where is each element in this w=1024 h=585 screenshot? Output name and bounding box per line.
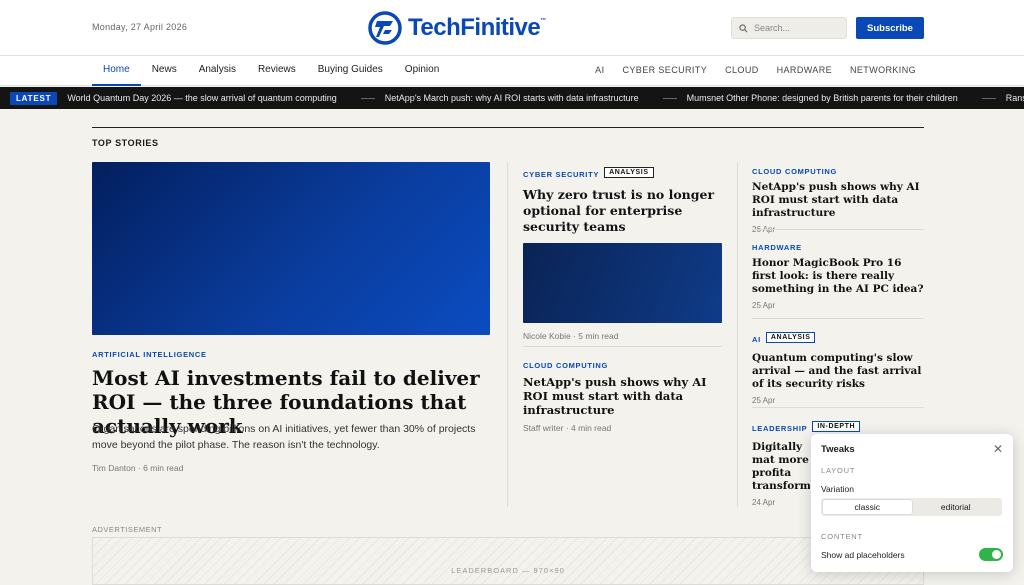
right-story-1[interactable]: CLOUD COMPUTING NetApp's push shows why …: [752, 167, 924, 234]
story-date: 25 Apr: [752, 301, 776, 310]
nav-item-news[interactable]: News: [141, 56, 188, 86]
variation-label: Variation: [821, 484, 854, 494]
story-date: 25 Apr: [752, 396, 776, 405]
section-title: TOP STORIES: [92, 138, 159, 148]
story-headline[interactable]: Digitally mat more profita transformati: [752, 441, 810, 493]
column-divider: [737, 162, 738, 507]
ticker-item[interactable]: NetApp's March push: why AI ROI starts w…: [347, 93, 639, 103]
story-headline[interactable]: Honor MagicBook Pro 16 first look: is th…: [752, 257, 924, 296]
story-kicker[interactable]: LEADERSHIP: [752, 424, 807, 433]
close-icon[interactable]: ✕: [993, 442, 1003, 456]
story-kicker[interactable]: HARDWARE: [752, 243, 924, 252]
story-headline[interactable]: NetApp's push shows why AI ROI must star…: [523, 375, 723, 417]
category-link-networking[interactable]: NETWORKING: [841, 56, 925, 86]
story-kicker[interactable]: AI: [752, 335, 761, 344]
story-badge: IN-DEPTH: [812, 421, 861, 433]
site-logo[interactable]: TechFinitive™: [368, 10, 546, 46]
brand-name: TechFinitive™: [408, 14, 546, 41]
right-story-2[interactable]: HARDWARE Honor MagicBook Pro 16 first lo…: [752, 243, 924, 310]
mid-story-1[interactable]: CYBER SECURITY ANALYSIS Why zero trust is…: [523, 164, 723, 341]
story-badge: ANALYSIS: [765, 332, 816, 344]
category-link-ai[interactable]: AI: [586, 56, 613, 86]
hero-kicker[interactable]: ARTIFICIAL INTELLIGENCE: [92, 350, 207, 359]
ad-size-text: LEADERBOARD — 970×90: [451, 566, 565, 575]
variation-segmented-control: classic editorial: [821, 498, 1002, 516]
hero-summary: Organisations are spending billions on A…: [92, 423, 476, 451]
ticker-item[interactable]: World Quantum Day 2026 — the slow arriva…: [67, 93, 336, 103]
story-divider: [752, 318, 924, 319]
story-kicker[interactable]: CLOUD COMPUTING: [523, 361, 723, 370]
story-divider: [752, 407, 924, 408]
news-ticker: LATEST World Quantum Day 2026 — the slow…: [0, 87, 1024, 109]
ticker-label: LATEST: [10, 91, 58, 105]
nav-item-home[interactable]: Home: [92, 56, 141, 86]
right-story-3[interactable]: AI ANALYSIS Quantum computing's slow arri…: [752, 329, 924, 405]
ad-placeholders-toggle[interactable]: [979, 548, 1003, 561]
nav-item-reviews[interactable]: Reviews: [247, 56, 307, 86]
search-icon: [739, 23, 748, 32]
tweaks-section-layout: LAYOUT: [821, 466, 856, 475]
nav-item-buying-guides[interactable]: Buying Guides: [307, 56, 394, 86]
story-image[interactable]: [523, 243, 722, 323]
main-nav: Home News Analysis Reviews Buying Guides…: [0, 56, 1024, 86]
variation-option-classic[interactable]: classic: [823, 500, 912, 514]
ad-placeholder: LEADERBOARD — 970×90: [92, 537, 924, 585]
category-link-cyber-security[interactable]: CYBER SECURITY: [613, 56, 716, 86]
header-date: Monday, 27 April 2026: [92, 22, 188, 32]
search-input[interactable]: [754, 23, 838, 33]
nav-item-analysis[interactable]: Analysis: [188, 56, 247, 86]
ad-label: ADVERTISEMENT: [92, 525, 163, 534]
story-headline[interactable]: NetApp's push shows why AI ROI must star…: [752, 181, 924, 220]
ad-toggle-label: Show ad placeholders: [821, 550, 905, 560]
ticker-item[interactable]: Ransomware: [968, 93, 1024, 103]
ticker-item[interactable]: Mumsnet Other Phone: designed by British…: [649, 93, 958, 103]
column-divider: [507, 162, 508, 507]
story-byline: Nicole Kobie · 5 min read: [523, 331, 619, 341]
hero-image[interactable]: [92, 162, 490, 335]
mid-story-2[interactable]: CLOUD COMPUTING NetApp's push shows why …: [523, 361, 723, 433]
story-kicker[interactable]: CYBER SECURITY: [523, 170, 599, 179]
site-header: Monday, 27 April 2026 TechFinitive™ Subs…: [0, 0, 1024, 56]
story-divider: [752, 229, 924, 230]
story-kicker[interactable]: CLOUD COMPUTING: [752, 167, 924, 176]
hero-byline: Tim Danton · 6 min read: [92, 463, 184, 473]
tweaks-panel: Tweaks ✕ LAYOUT Variation classic editor…: [811, 434, 1013, 572]
story-badge: ANALYSIS: [604, 167, 654, 179]
tweaks-title: Tweaks: [821, 444, 855, 455]
search-box[interactable]: [731, 17, 847, 39]
subscribe-button[interactable]: Subscribe: [856, 17, 924, 39]
story-headline[interactable]: Quantum computing's slow arrival — and t…: [752, 352, 924, 391]
story-byline: Staff writer · 4 min read: [523, 423, 612, 433]
category-link-hardware[interactable]: HARDWARE: [768, 56, 841, 86]
story-divider: [523, 346, 722, 347]
nav-item-opinion[interactable]: Opinion: [394, 56, 450, 86]
story-headline[interactable]: Why zero trust is no longer optional for…: [523, 187, 723, 235]
logo-mark-icon: [368, 11, 402, 45]
variation-option-editorial[interactable]: editorial: [912, 500, 1001, 514]
tweaks-section-content: CONTENT: [821, 532, 863, 541]
section-rule: [92, 127, 924, 128]
category-link-cloud[interactable]: CLOUD: [716, 56, 768, 86]
